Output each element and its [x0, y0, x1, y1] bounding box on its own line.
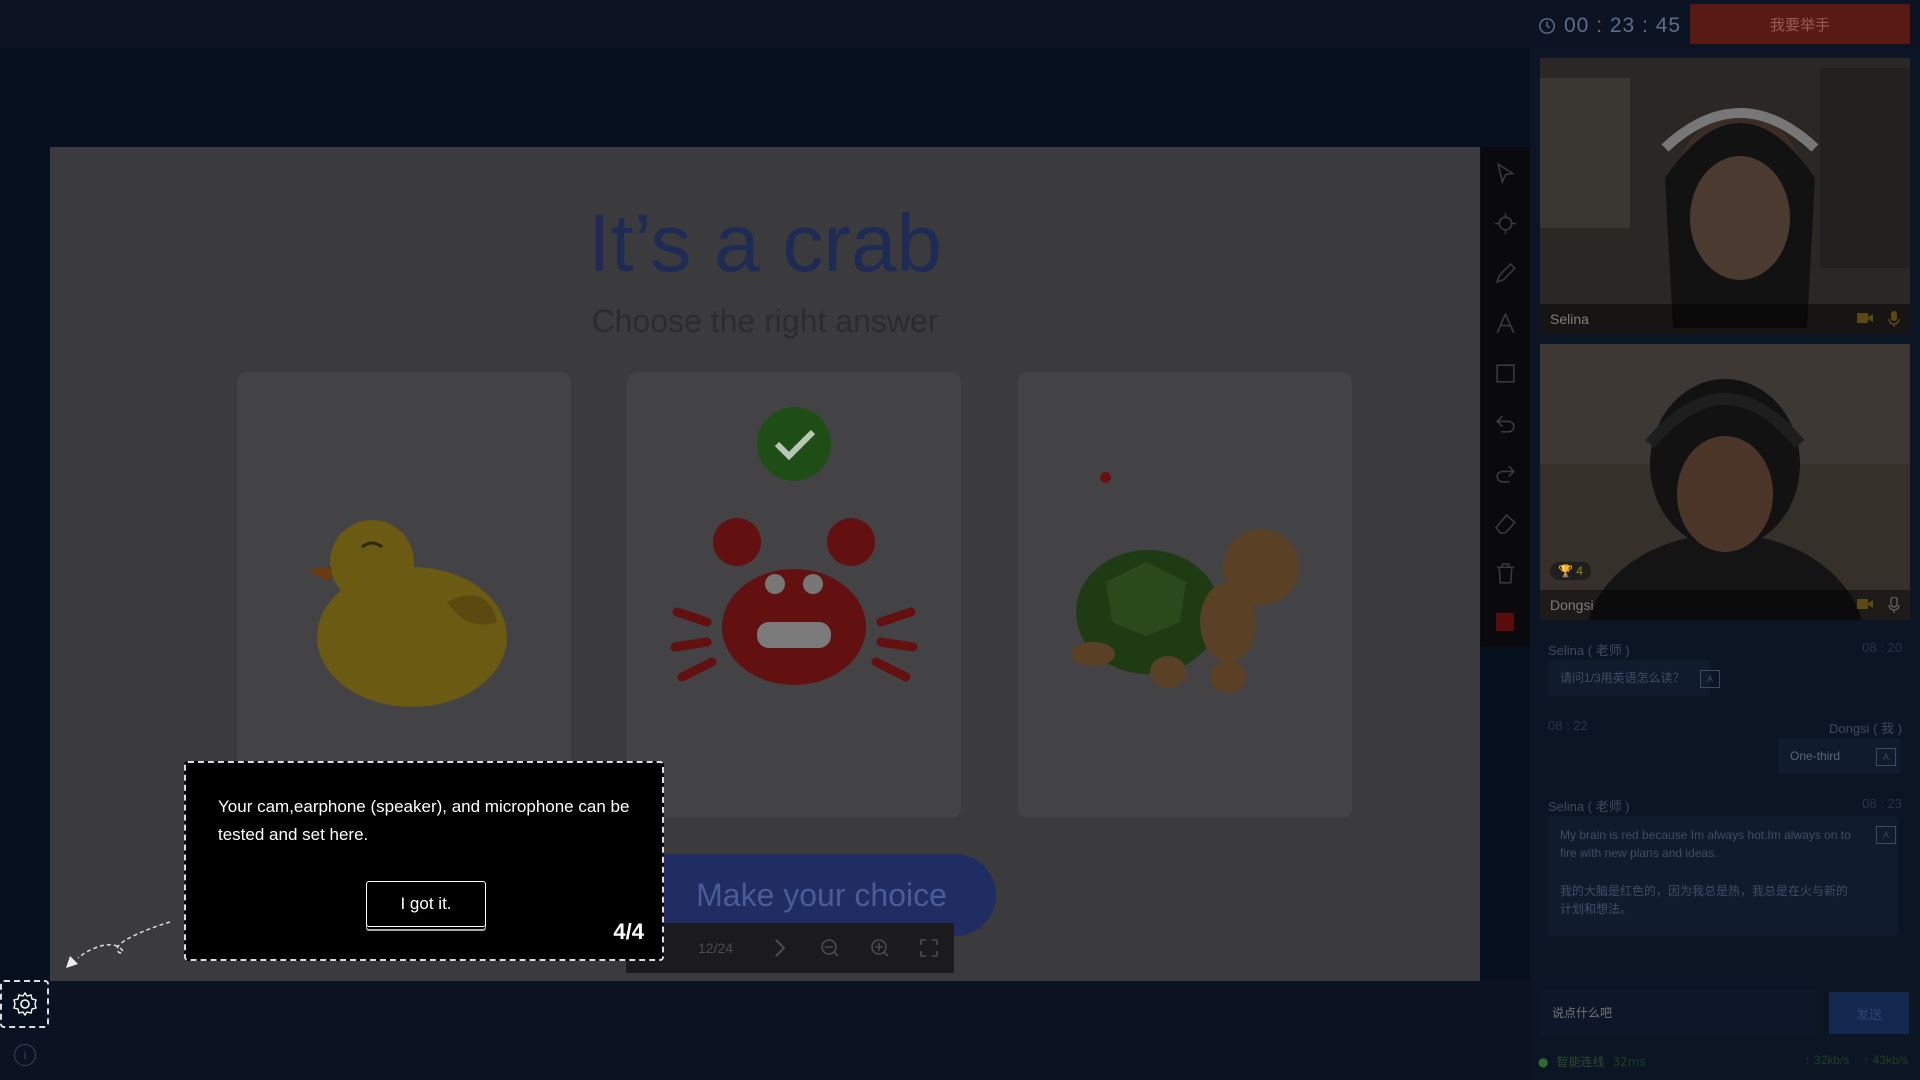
pencil-icon[interactable] — [1493, 261, 1518, 286]
chat-time: 08 : 22 — [1548, 718, 1588, 733]
chat-time: 08 : 20 — [1862, 640, 1902, 655]
chat-message-text: One-third — [1790, 749, 1841, 763]
make-choice-label: Make your choice — [696, 876, 947, 913]
chat-message-text: 请问1/3用英语怎么读？ — [1560, 671, 1685, 685]
whiteboard-toolbar — [1481, 147, 1530, 647]
upload-speed: ↑ 32kb/s — [1804, 1053, 1850, 1067]
teacher-video-feed — [1540, 58, 1910, 334]
device-settings-button[interactable] — [0, 980, 49, 1028]
chat-message-text: My brain is red because Im always hot.Im… — [1560, 828, 1851, 860]
correct-check-icon — [757, 407, 831, 481]
chat-message: 请问1/3用英语怎么读？ — [1548, 660, 1710, 696]
microphone-icon[interactable] — [1888, 311, 1900, 327]
text-icon[interactable] — [1493, 311, 1518, 336]
answer-card-turtle[interactable] — [1018, 372, 1352, 818]
crosshair-icon[interactable] — [1493, 211, 1518, 236]
duck-image — [307, 520, 507, 707]
pointer-icon[interactable] — [1493, 161, 1518, 186]
slide-title: It’s a crab — [588, 198, 942, 289]
rectangle-icon[interactable] — [1493, 361, 1518, 386]
chat-time: 08 : 23 — [1862, 796, 1902, 811]
chat-sender: Selina ( 老师 ) — [1548, 643, 1630, 658]
gear-icon — [12, 991, 37, 1017]
latency: 32ms — [1612, 1054, 1646, 1069]
translate-icon[interactable]: A — [1876, 826, 1896, 844]
tooltip-arrow-icon — [66, 921, 171, 968]
camera-icon[interactable] — [1856, 597, 1874, 611]
zoom-out-icon — [821, 939, 839, 957]
tooltip-step-counter: 4/4 — [613, 919, 644, 944]
next-icon — [775, 939, 786, 957]
timer-value: 00 : 23 : 45 — [1564, 14, 1682, 37]
eraser-icon[interactable] — [1493, 511, 1518, 536]
class-timer: 00 : 23 : 45 — [1538, 14, 1681, 38]
top-bar: 00 : 23 : 45 我要举手 — [0, 0, 1920, 48]
trophy-count: 4 — [1576, 564, 1583, 578]
trophy-icon: 🏆 — [1558, 564, 1573, 578]
chat-panel: Selina ( 老师 ) 08 : 20 请问1/3用英语怎么读？ A 08 … — [1530, 630, 1920, 980]
camera-icon[interactable] — [1856, 311, 1874, 325]
page-indicator: 12/24 — [698, 940, 734, 956]
slide-pager: 12/24 — [626, 923, 954, 973]
status-dot-icon: ● — [1538, 1054, 1549, 1069]
send-button[interactable]: 发送 — [1829, 992, 1909, 1034]
translate-icon[interactable]: A — [1700, 670, 1720, 688]
video-name-teacher: Selina — [1550, 311, 1589, 327]
video-tile-student: 🏆 4 Dongsi — [1540, 344, 1910, 620]
zoom-in-icon — [870, 939, 889, 957]
connection-label: 智能连线 — [1556, 1055, 1605, 1069]
zoom-in-button[interactable] — [855, 923, 905, 973]
crab-image — [670, 407, 918, 685]
got-it-button[interactable]: I got it. — [366, 881, 486, 927]
onboarding-tooltip: Your cam,earphone (speaker), and microph… — [184, 761, 664, 961]
student-video-feed — [1540, 344, 1910, 620]
microphone-icon[interactable] — [1888, 597, 1900, 613]
chat-sender: Dongsi ( 我 ) — [1829, 721, 1902, 736]
next-page-button[interactable] — [756, 923, 806, 973]
chat-message: My brain is red because Im always hot.Im… — [1548, 816, 1898, 936]
clock-icon — [1539, 18, 1555, 34]
chat-input[interactable] — [1540, 990, 1816, 1036]
video-name-student: Dongsi — [1550, 597, 1594, 613]
connection-status: ● 智能连线 32ms — [1538, 1053, 1646, 1070]
answer-card-crab[interactable] — [627, 372, 961, 818]
network-speeds: ↑ 32kb/s ↑ 43kb/s — [1805, 1053, 1908, 1067]
zoom-out-button[interactable] — [805, 923, 855, 973]
turtle-image — [1071, 529, 1299, 693]
trophy-badge: 🏆 4 — [1550, 562, 1591, 580]
trash-icon[interactable] — [1493, 561, 1518, 586]
tooltip-text: Your cam,earphone (speaker), and microph… — [218, 797, 630, 844]
fullscreen-icon — [920, 939, 938, 957]
info-icon[interactable]: i — [14, 1044, 36, 1066]
translate-icon[interactable]: A — [1876, 748, 1896, 766]
slide-subtitle: Choose the right answer — [591, 303, 939, 339]
fullscreen-button[interactable] — [904, 923, 954, 973]
chat-message-translation: 我的大脑是红色的，因为我总是热，我总是在火与新的计划和想法。 — [1560, 884, 1849, 916]
undo-icon[interactable] — [1493, 411, 1518, 436]
video-tile-teacher: Selina — [1540, 58, 1910, 334]
answer-card-duck[interactable] — [237, 372, 571, 818]
chat-sender: Selina ( 老师 ) — [1548, 799, 1630, 814]
redo-icon[interactable] — [1493, 461, 1518, 486]
raise-hand-button[interactable]: 我要举手 — [1690, 4, 1910, 44]
download-speed: ↑ 43kb/s — [1863, 1053, 1908, 1067]
color-swatch-icon[interactable] — [1496, 613, 1514, 631]
teacher-pointer-dot — [1100, 472, 1111, 483]
